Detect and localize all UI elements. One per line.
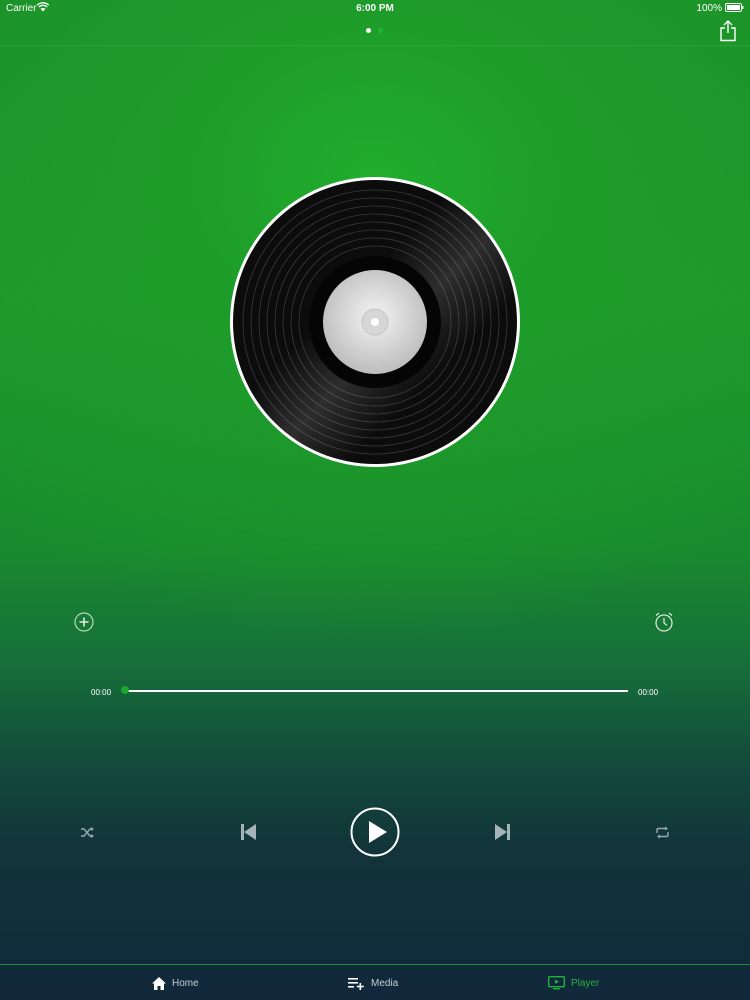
tab-player-label: Player <box>571 977 600 989</box>
repeat-button[interactable] <box>655 825 670 840</box>
header-divider <box>0 45 750 46</box>
tab-home-label: Home <box>172 977 199 989</box>
tab-player[interactable]: Player <box>548 965 599 1000</box>
page-dot-2[interactable] <box>378 28 383 33</box>
progress-slider[interactable] <box>125 690 628 692</box>
play-button[interactable] <box>350 807 400 857</box>
progress-thumb[interactable] <box>121 686 129 694</box>
battery-percentage: 100% <box>696 3 722 14</box>
player-screen-icon <box>548 976 565 990</box>
status-bar: Carrier 6:00 PM 100% <box>0 0 750 16</box>
vinyl-record-artwork <box>230 177 520 467</box>
tab-media[interactable]: Media <box>348 965 398 1000</box>
page-dot-1[interactable] <box>366 28 371 33</box>
share-button[interactable] <box>718 20 738 42</box>
house-icon <box>152 976 166 990</box>
current-time-label: 00:00 <box>91 688 112 697</box>
playlist-add-icon <box>348 977 364 990</box>
previous-track-button[interactable] <box>240 823 257 841</box>
tab-bar: Home Media Player <box>0 964 750 1000</box>
total-time-label: 00:00 <box>638 688 659 697</box>
next-track-button[interactable] <box>494 823 511 841</box>
page-indicator[interactable] <box>366 28 386 34</box>
battery-icon <box>725 3 744 12</box>
sleep-timer-button[interactable] <box>654 611 674 633</box>
clock: 6:00 PM <box>356 3 394 14</box>
add-to-playlist-button[interactable] <box>74 612 94 632</box>
shuffle-button[interactable] <box>80 825 95 840</box>
tab-media-label: Media <box>371 977 399 989</box>
tab-home[interactable]: Home <box>152 965 199 1000</box>
